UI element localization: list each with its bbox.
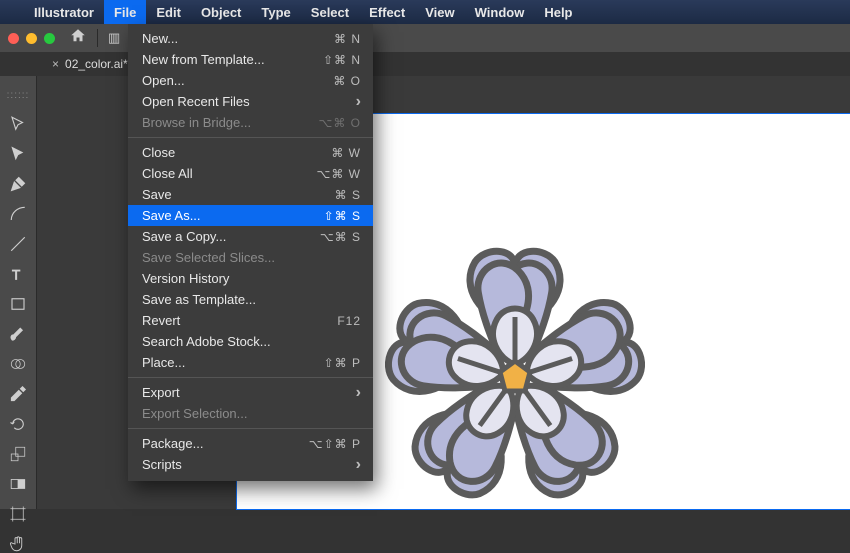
rotate-tool-icon[interactable]	[6, 415, 30, 433]
document-tab[interactable]: × 02_color.ai*	[42, 52, 139, 76]
menu-item-shortcut: F12	[337, 314, 361, 328]
menu-item-label: Close	[142, 145, 175, 160]
menu-item-shortcut: ⇧⌘ P	[324, 356, 361, 370]
arrange-documents-icon[interactable]: ▥	[108, 30, 120, 46]
divider	[97, 29, 98, 47]
curvature-tool-icon[interactable]	[6, 205, 30, 223]
selection-tool-icon[interactable]	[6, 115, 30, 133]
menu-item-browse-in-bridge: Browse in Bridge... ⌥⌘ O	[128, 112, 373, 133]
menu-item-open[interactable]: Open... ⌘ O	[128, 70, 373, 91]
minimize-window-icon[interactable]	[26, 33, 37, 44]
paintbrush-tool-icon[interactable]	[6, 325, 30, 343]
menu-item-save-selected-slices: Save Selected Slices...	[128, 247, 373, 268]
scale-tool-icon[interactable]	[6, 445, 30, 463]
menu-item-shortcut: ⌥⌘ S	[320, 230, 361, 244]
menu-separator	[128, 428, 373, 429]
gradient-tool-icon[interactable]	[6, 475, 30, 493]
menu-item-export[interactable]: Export ›	[128, 382, 373, 403]
menu-item-place[interactable]: Place... ⇧⌘ P	[128, 352, 373, 373]
menu-item-close[interactable]: Close ⌘ W	[128, 142, 373, 163]
menu-item-label: Search Adobe Stock...	[142, 334, 271, 349]
home-icon[interactable]	[69, 27, 87, 50]
menu-item-label: Save As...	[142, 208, 201, 223]
menu-help[interactable]: Help	[534, 0, 582, 24]
menu-item-label: New...	[142, 31, 178, 46]
menu-item-new-from-template[interactable]: New from Template... ⇧⌘ N	[128, 49, 373, 70]
window-controls	[8, 33, 55, 44]
menu-item-save-as[interactable]: Save As... ⇧⌘ S	[128, 205, 373, 226]
menu-item-label: Revert	[142, 313, 180, 328]
menu-item-label: Open...	[142, 73, 185, 88]
direct-selection-tool-icon[interactable]	[6, 145, 30, 163]
type-tool-icon[interactable]: T	[6, 265, 30, 283]
menu-select[interactable]: Select	[301, 0, 359, 24]
menu-item-label: Browse in Bridge...	[142, 115, 251, 130]
menu-item-version-history[interactable]: Version History	[128, 268, 373, 289]
menu-item-label: Save a Copy...	[142, 229, 226, 244]
menu-item-shortcut: ⌘ S	[335, 188, 361, 202]
toolbar: :::::: T	[0, 76, 37, 509]
menu-window[interactable]: Window	[465, 0, 535, 24]
menu-item-package[interactable]: Package... ⌥⇧⌘ P	[128, 433, 373, 454]
menu-object[interactable]: Object	[191, 0, 251, 24]
mac-menu-bar: Illustrator File Edit Object Type Select…	[0, 0, 850, 24]
menu-item-shortcut: ⇧⌘ S	[324, 209, 361, 223]
menu-item-shortcut: ⌥⇧⌘ P	[309, 437, 361, 451]
menu-item-label: Export Selection...	[142, 406, 248, 421]
file-menu-dropdown: New... ⌘ N New from Template... ⇧⌘ N Open...…	[128, 24, 373, 481]
rectangle-tool-icon[interactable]	[6, 295, 30, 313]
menu-item-label: Export	[142, 385, 180, 400]
chevron-right-icon: ›	[356, 384, 361, 402]
menu-item-shortcut: ⇧⌘ N	[323, 53, 361, 67]
chevron-right-icon: ›	[356, 456, 361, 474]
menu-item-shortcut: ⌘ W	[331, 146, 361, 160]
artboard-tool-icon[interactable]	[6, 505, 30, 523]
line-tool-icon[interactable]	[6, 235, 30, 253]
menu-item-save-a-copy[interactable]: Save a Copy... ⌥⌘ S	[128, 226, 373, 247]
menu-item-label: Scripts	[142, 457, 182, 472]
shape-builder-tool-icon[interactable]	[6, 355, 30, 373]
menu-item-shortcut: ⌥⌘ O	[319, 116, 362, 130]
eyedropper-tool-icon[interactable]	[6, 385, 30, 403]
close-window-icon[interactable]	[8, 33, 19, 44]
panel-grip-icon[interactable]: ::::::	[7, 90, 30, 103]
menu-item-label: New from Template...	[142, 52, 265, 67]
zoom-window-icon[interactable]	[44, 33, 55, 44]
document-tab-label: 02_color.ai*	[65, 57, 128, 71]
menu-item-save-as-template[interactable]: Save as Template...	[128, 289, 373, 310]
menu-item-shortcut: ⌘ O	[333, 74, 361, 88]
menu-item-label: Place...	[142, 355, 185, 370]
menu-view[interactable]: View	[415, 0, 464, 24]
svg-text:T: T	[12, 267, 20, 282]
menu-item-revert[interactable]: Revert F12	[128, 310, 373, 331]
close-tab-icon[interactable]: ×	[52, 57, 59, 71]
menu-item-shortcut: ⌘ N	[334, 32, 361, 46]
menu-item-label: Version History	[142, 271, 229, 286]
menu-file[interactable]: File	[104, 0, 146, 24]
menu-item-save[interactable]: Save ⌘ S	[128, 184, 373, 205]
menu-item-scripts[interactable]: Scripts ›	[128, 454, 373, 475]
menu-item-open-recent-files[interactable]: Open Recent Files ›	[128, 91, 373, 112]
pen-tool-icon[interactable]	[6, 175, 30, 193]
menu-item-label: Open Recent Files	[142, 94, 250, 109]
menu-item-label: Save	[142, 187, 172, 202]
menu-item-label: Save as Template...	[142, 292, 256, 307]
menu-item-label: Close All	[142, 166, 193, 181]
hand-tool-icon[interactable]	[6, 535, 30, 553]
menu-separator	[128, 377, 373, 378]
chevron-right-icon: ›	[356, 93, 361, 111]
menu-item-label: Package...	[142, 436, 203, 451]
menu-item-export-selection: Export Selection...	[128, 403, 373, 424]
menu-separator	[128, 137, 373, 138]
menu-item-label: Save Selected Slices...	[142, 250, 275, 265]
menu-item-new[interactable]: New... ⌘ N	[128, 28, 373, 49]
menu-edit[interactable]: Edit	[146, 0, 191, 24]
menu-effect[interactable]: Effect	[359, 0, 415, 24]
menu-item-shortcut: ⌥⌘ W	[317, 167, 362, 181]
menu-type[interactable]: Type	[251, 0, 300, 24]
artwork-flower[interactable]	[380, 242, 650, 512]
menu-item-close-all[interactable]: Close All ⌥⌘ W	[128, 163, 373, 184]
app-name-menu[interactable]: Illustrator	[24, 0, 104, 24]
menu-item-search-adobe-stock[interactable]: Search Adobe Stock...	[128, 331, 373, 352]
